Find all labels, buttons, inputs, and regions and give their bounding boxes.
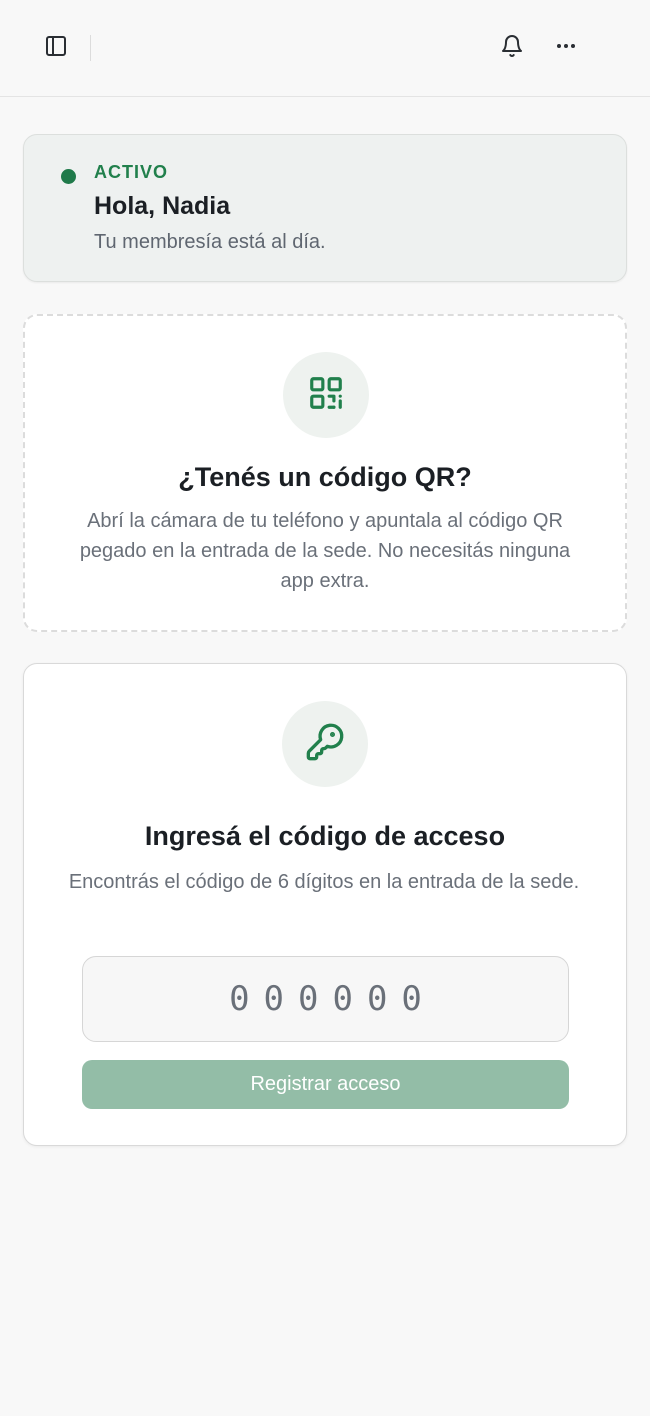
qr-icon-circle: [283, 352, 369, 438]
notifications-button[interactable]: [492, 28, 532, 68]
qr-code-icon: [307, 374, 345, 417]
bell-icon: [500, 34, 524, 63]
key-icon-circle: [282, 701, 368, 787]
more-options-button[interactable]: [546, 28, 586, 68]
status-label: ACTIVO: [94, 162, 169, 182]
greeting: Hola, Nadia: [94, 192, 231, 220]
membership-message: Tu membresía está al día.: [94, 231, 326, 253]
qr-title: ¿Tenés un código QR?: [178, 462, 472, 492]
access-code-card: Ingresá el código de acceso Encontrás el…: [23, 663, 627, 1146]
register-access-button[interactable]: Registrar acceso: [82, 1060, 569, 1109]
sidebar-icon: [44, 34, 68, 63]
access-code-input[interactable]: [82, 956, 569, 1042]
qr-code-card: ¿Tenés un código QR? Abrí la cámara de t…: [23, 314, 627, 632]
access-code-description: Encontrás el código de 6 dígitos en la e…: [68, 871, 580, 893]
key-icon: [305, 722, 345, 767]
more-horizontal-icon: [554, 34, 578, 63]
topbar-divider: [90, 35, 91, 61]
status-dot: [61, 169, 76, 184]
qr-description: Abrí la cámara de tu teléfono y apuntala…: [79, 510, 571, 592]
membership-status-card: ACTIVO Hola, Nadia Tu membresía está al …: [23, 134, 627, 282]
sidebar-toggle-button[interactable]: [36, 28, 76, 68]
top-bar: [0, 0, 650, 97]
access-code-title: Ingresá el código de acceso: [144, 821, 506, 851]
